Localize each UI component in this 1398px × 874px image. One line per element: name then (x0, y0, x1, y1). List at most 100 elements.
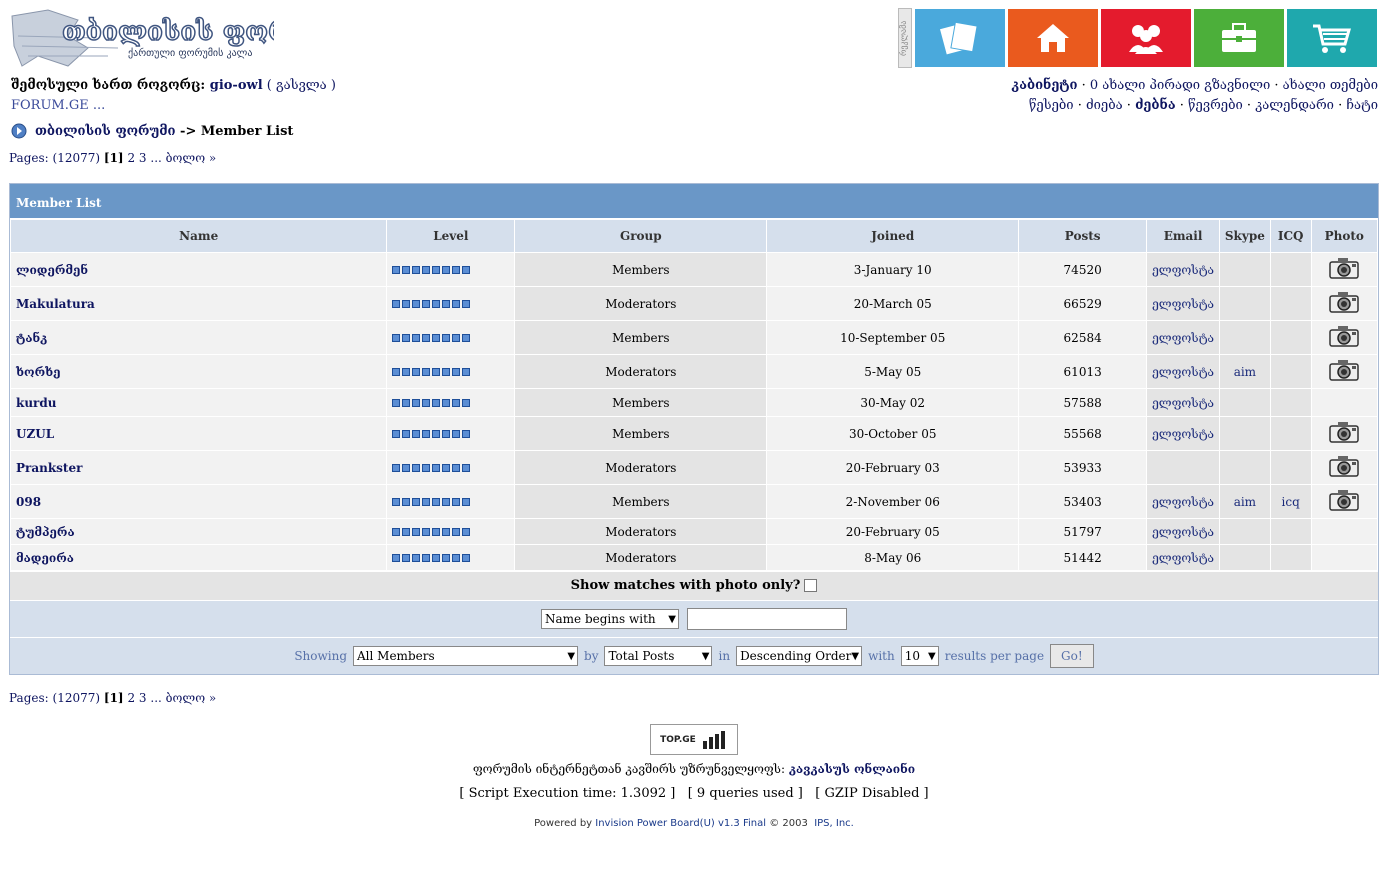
level-pip (431, 553, 440, 562)
tile-cart[interactable] (1287, 9, 1377, 67)
forum-logo[interactable]: თბილისის ფორუმი ქართული ფორუმის კალა (8, 6, 344, 72)
search-link[interactable]: ძებნა (1135, 98, 1176, 113)
per-page-select[interactable]: 10 ▼ (900, 646, 939, 666)
logout-link[interactable]: ( გასვლა ) (267, 78, 336, 93)
calendar-link[interactable]: კალენდარი (1255, 98, 1334, 113)
tile-people[interactable] (1101, 9, 1191, 67)
rules-link[interactable]: წესები (1029, 98, 1074, 113)
forum-home-link[interactable]: FORUM.GE ... (11, 98, 105, 113)
member-name-link[interactable]: ტუმპერა (16, 525, 75, 539)
level-pip (431, 367, 440, 376)
member-table: Name Level Group Joined Posts Email Skyp… (9, 219, 1378, 571)
level-pip (461, 398, 470, 407)
ad-banner[interactable]: რეკლამა (898, 8, 1379, 68)
ips-link[interactable]: IPS, Inc. (814, 818, 854, 829)
camera-icon[interactable] (1328, 358, 1360, 382)
level-pips (391, 429, 470, 438)
level-pip (451, 429, 460, 438)
cell-joined: 30-October 05 (766, 416, 1020, 451)
col-posts[interactable]: Posts (1018, 219, 1148, 253)
email-link[interactable]: ელფოსტა (1152, 365, 1214, 379)
cell-skype (1218, 252, 1271, 287)
breadcrumb-forum[interactable]: თბილისის ფორუმი (35, 124, 176, 139)
page-3-link[interactable]: 3 (139, 691, 147, 705)
help-link[interactable]: ძიება (1086, 98, 1123, 113)
camera-icon[interactable] (1328, 324, 1360, 348)
members-select[interactable]: All Members ▼ (353, 646, 579, 666)
icq-link[interactable]: icq (1282, 495, 1300, 509)
member-name-link[interactable]: ტანკ (16, 331, 47, 345)
email-link[interactable]: ელფოსტა (1152, 525, 1214, 539)
email-link[interactable]: ელფოსტა (1152, 297, 1214, 311)
chat-link[interactable]: ჩატი (1346, 98, 1378, 113)
name-filter-select[interactable]: Name begins with ▼ (541, 609, 679, 629)
members-link[interactable]: წევრები (1188, 98, 1243, 113)
cabinet-link[interactable]: კაბინეტი (1011, 78, 1077, 93)
skype-link[interactable]: aim (1234, 365, 1256, 379)
level-pip (451, 527, 460, 536)
level-pip (411, 333, 420, 342)
isp-link[interactable]: კავკასუს ონლაინი (789, 762, 915, 776)
member-name-link[interactable]: kurdu (16, 396, 56, 410)
table-row: ლიდერმენ Members 3-January 10 74520 ელფოსტა (9, 252, 1378, 287)
cell-icq (1269, 252, 1312, 287)
photo-only-checkbox[interactable] (804, 579, 818, 592)
execution-stats: [ Script Execution time: 1.3092 ] [ 9 qu… (459, 786, 929, 801)
email-link[interactable]: ელფოსტა (1152, 263, 1214, 277)
topge-badge[interactable]: TOP.GE (650, 724, 738, 755)
member-name-link[interactable]: მადეირა (16, 551, 74, 565)
email-link[interactable]: ელფოსტა (1152, 551, 1214, 565)
tile-papers[interactable] (915, 9, 1005, 67)
level-pip (441, 429, 450, 438)
member-joined: 3-January 10 (853, 262, 932, 277)
camera-icon[interactable] (1328, 256, 1360, 280)
member-name-link[interactable]: Makulatura (16, 297, 95, 311)
camera-icon[interactable] (1328, 420, 1360, 444)
page-2-link[interactable]: 2 (127, 151, 135, 165)
cell-level (386, 450, 516, 485)
skype-link[interactable]: aim (1234, 495, 1256, 509)
cell-email: ელფოსტა (1146, 354, 1220, 389)
tile-briefcase[interactable] (1194, 9, 1284, 67)
member-name-link[interactable]: Prankster (16, 461, 82, 475)
camera-icon[interactable] (1328, 454, 1360, 478)
camera-icon[interactable] (1328, 290, 1360, 314)
col-group[interactable]: Group (514, 219, 768, 253)
email-link[interactable]: ელფოსტა (1152, 427, 1214, 441)
cell-icq (1269, 416, 1312, 451)
member-name-link[interactable]: ლიდერმენ (16, 263, 88, 277)
level-pip (411, 367, 420, 376)
page-last-link[interactable]: ბოლო » (166, 151, 217, 165)
col-joined[interactable]: Joined (766, 219, 1020, 253)
member-name-link[interactable]: 098 (16, 495, 41, 509)
level-pip (431, 299, 440, 308)
page-3-link[interactable]: 3 (139, 151, 147, 165)
page-last-link[interactable]: ბოლო » (166, 691, 217, 705)
name-filter-input[interactable] (687, 608, 847, 630)
email-link[interactable]: ელფოსტა (1152, 396, 1214, 410)
ipb-link[interactable]: Invision Power Board(U) v1.3 Final (595, 818, 766, 829)
level-pip (431, 398, 440, 407)
sort-order-select[interactable]: Descending Order ▼ (736, 646, 863, 666)
col-photo: Photo (1310, 219, 1378, 253)
new-topics-link[interactable]: ახალი თემები (1283, 78, 1378, 93)
level-pip (421, 333, 430, 342)
cell-name: kurdu (9, 388, 388, 417)
tile-home[interactable] (1008, 9, 1098, 67)
col-name[interactable]: Name (9, 219, 388, 253)
member-name-link[interactable]: UZUL (16, 427, 54, 441)
username-link[interactable]: gio-owl (210, 78, 263, 93)
go-button[interactable]: Go! (1050, 644, 1094, 668)
bar-chart-icon (702, 730, 725, 749)
pm-link[interactable]: 0 ახალი პირადი გზავნილი (1090, 78, 1270, 93)
page-2-link[interactable]: 2 (127, 691, 135, 705)
level-pip (461, 367, 470, 376)
email-link[interactable]: ელფოსტა (1152, 331, 1214, 345)
camera-icon[interactable] (1328, 488, 1360, 512)
chevron-down-icon: ▼ (928, 650, 936, 662)
level-pip (391, 463, 400, 472)
results-label: results per page (944, 649, 1045, 663)
member-name-link[interactable]: ხორხე (16, 365, 61, 379)
sort-key-select[interactable]: Total Posts ▼ (604, 646, 713, 666)
email-link[interactable]: ელფოსტა (1152, 495, 1214, 509)
